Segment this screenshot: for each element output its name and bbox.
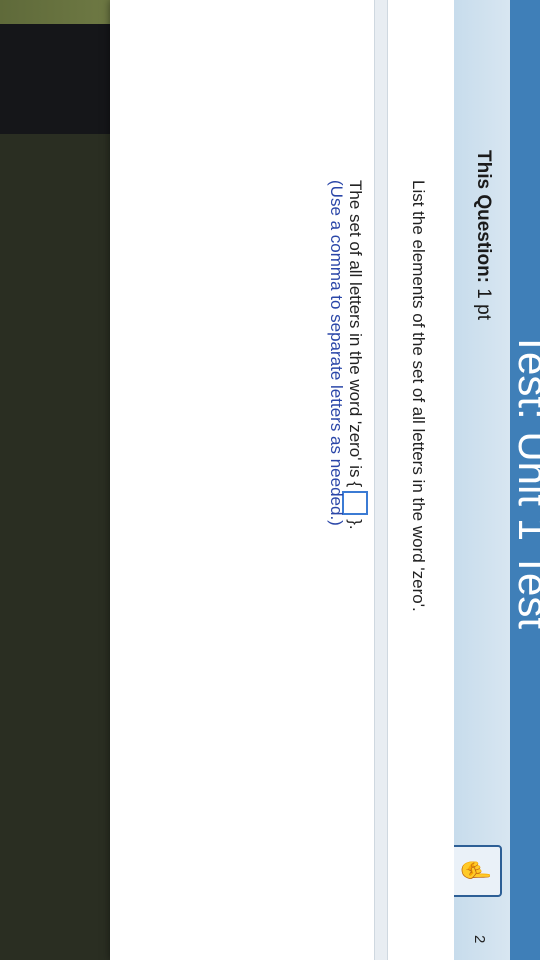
question-prompt: List the elements of the set of all lett… xyxy=(409,180,428,612)
brace-close: }. xyxy=(346,519,365,530)
brace-open: { xyxy=(346,481,365,488)
question-points-value: 1 pt xyxy=(473,288,494,320)
screen: Test: Unit 1 Test This Question: 1 pt ☝ … xyxy=(110,0,540,960)
section-divider xyxy=(374,0,388,960)
hand-pointer-icon: ☝ xyxy=(461,854,492,888)
statement-text: The set of all letters in the word 'zero… xyxy=(346,180,365,478)
question-points-label: This Question: xyxy=(473,150,494,283)
page-title: Test: Unit 1 Test xyxy=(510,0,540,960)
question-points: This Question: 1 pt xyxy=(472,150,494,320)
question-bar: This Question: 1 pt ☝ 2 xyxy=(450,0,510,960)
question-content xyxy=(110,0,454,960)
help-button[interactable]: ☝ xyxy=(450,845,502,897)
answer-hint: (Use a comma to separate letters as need… xyxy=(327,180,346,526)
question-number: 2 xyxy=(471,935,488,944)
